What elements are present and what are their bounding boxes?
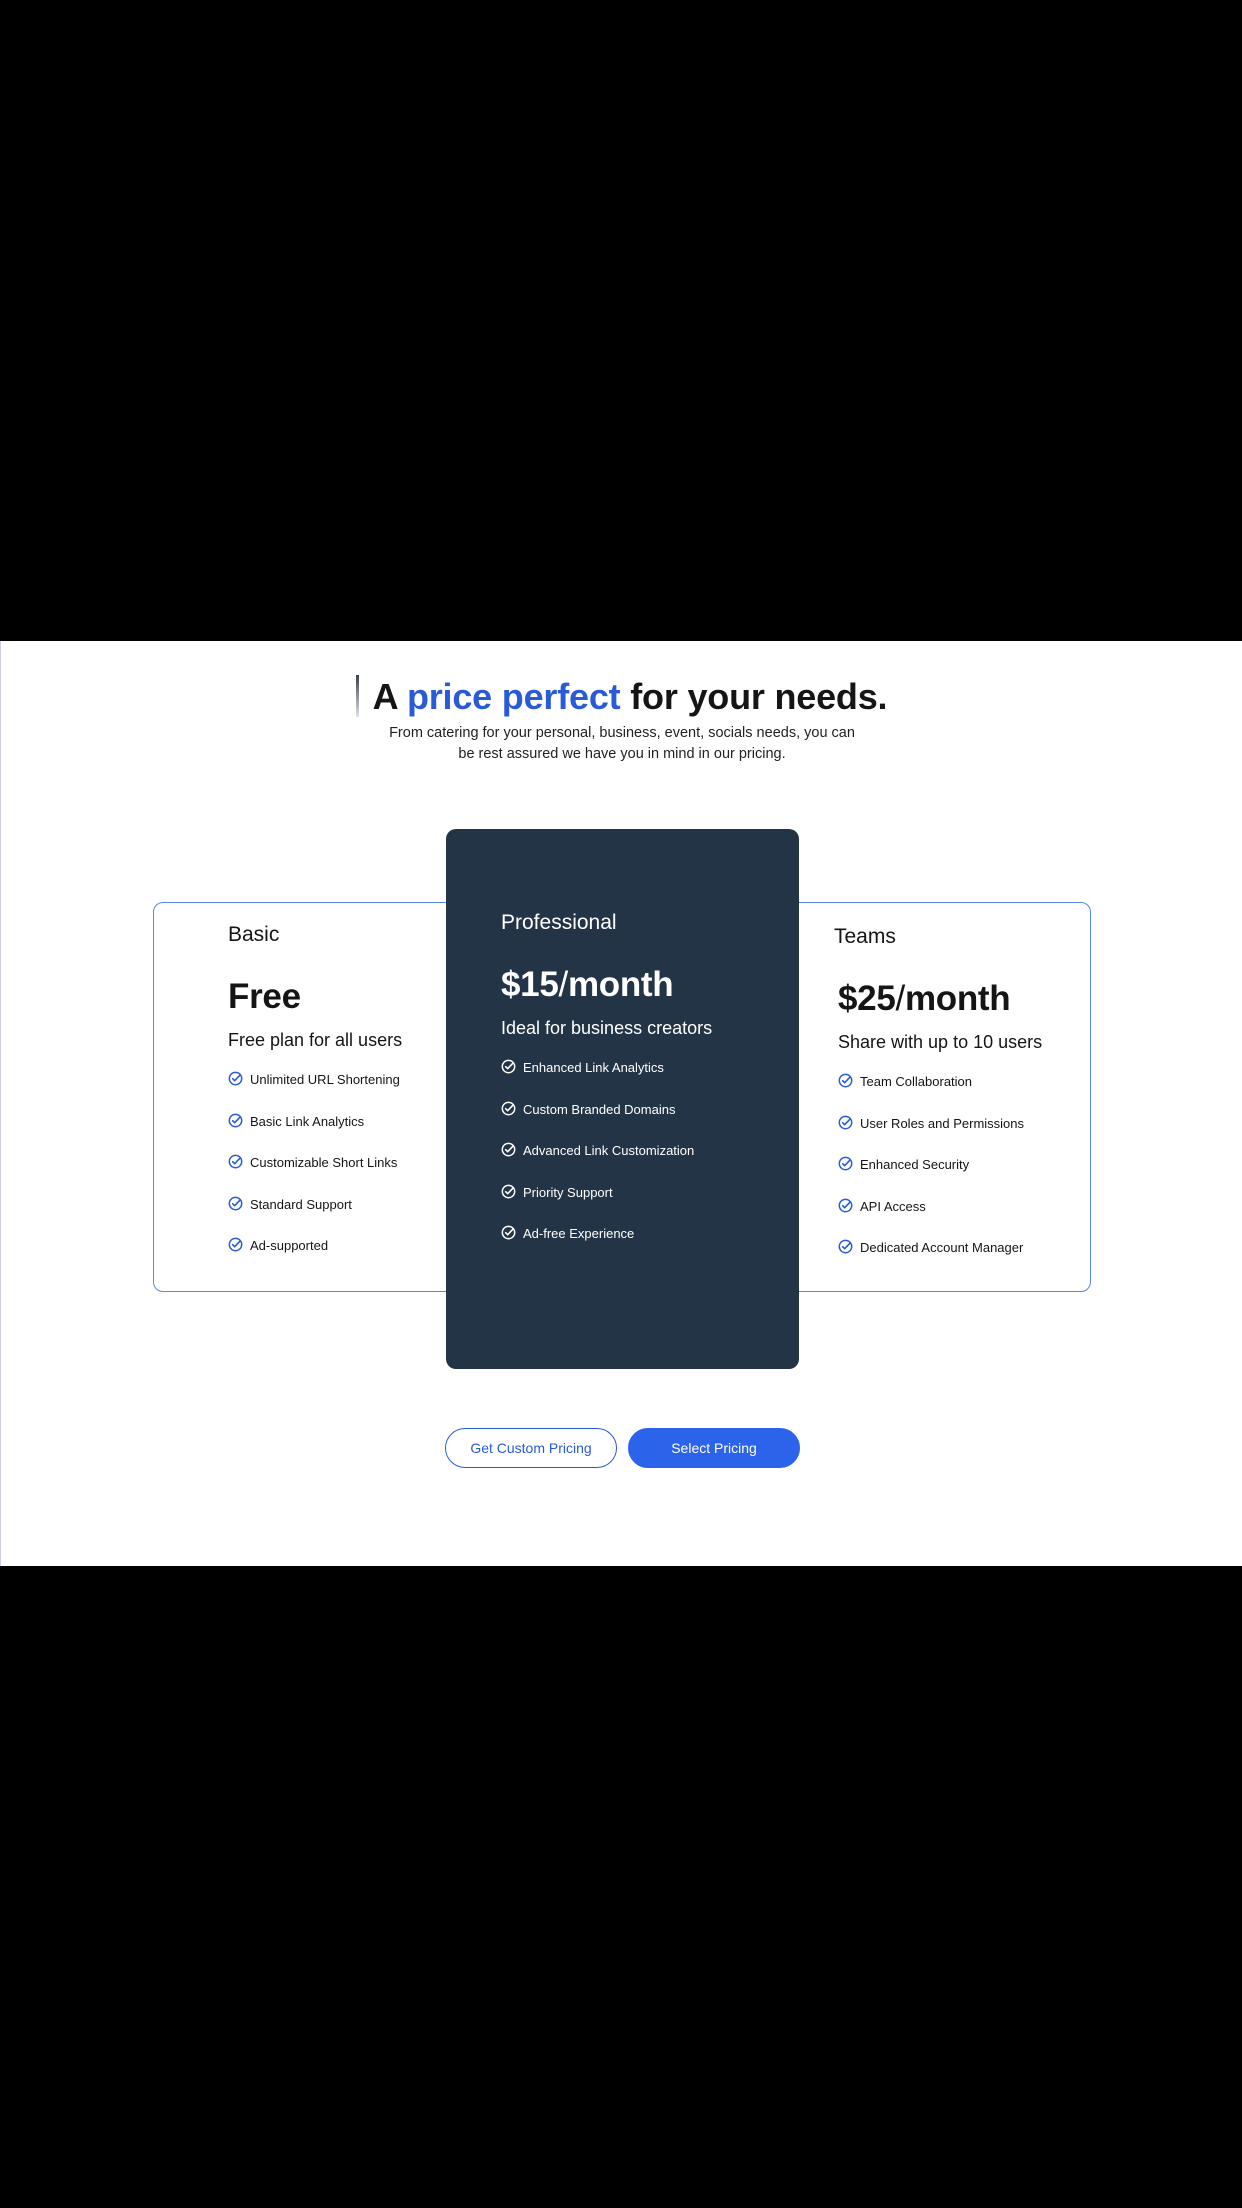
feature-item: API Access (838, 1198, 1024, 1241)
feature-item: Unlimited URL Shortening (228, 1071, 400, 1114)
feature-item: Priority Support (501, 1184, 694, 1227)
check-circle-icon (838, 1198, 853, 1212)
check-circle-icon (501, 1225, 516, 1240)
plan-description: Free plan for all users (228, 1030, 403, 1050)
title-accent-text: price perfect (406, 676, 621, 717)
feature-item: Enhanced Link Analytics (501, 1059, 694, 1102)
plan-name: Teams (834, 925, 896, 948)
feature-item: Dedicated Account Manager (838, 1239, 1024, 1282)
check-circle-icon (501, 1059, 516, 1074)
check-circle-icon (228, 1154, 243, 1169)
check-circle-icon (228, 1071, 243, 1086)
feature-list: Team Collaboration User Roles and Permis… (838, 1073, 1024, 1282)
check-circle-icon (838, 1115, 853, 1129)
plan-description: Ideal for business creators (501, 1018, 713, 1038)
check-circle-icon (228, 1196, 243, 1210)
check-circle-icon (838, 1073, 853, 1088)
feature-list: Unlimited URL Shortening Basic Link Anal… (228, 1071, 400, 1280)
feature-item: Enhanced Security (838, 1156, 1024, 1199)
title-prefix: A (372, 676, 398, 717)
check-circle-icon (838, 1156, 853, 1171)
feature-item: Ad-free Experience (501, 1225, 694, 1268)
plan-description: Share with up to 10 users (838, 1032, 1043, 1052)
plan-price: $25/month (838, 979, 1011, 1018)
feature-list: Enhanced Link Analytics Custom Branded D… (501, 1059, 694, 1268)
feature-item: Ad-supported (228, 1237, 400, 1280)
page-title: A price perfect for your needs. (1, 675, 1242, 718)
select-pricing-button[interactable]: Select Pricing (628, 1428, 800, 1468)
check-circle-icon (838, 1239, 853, 1254)
feature-item: Custom Branded Domains (501, 1101, 694, 1144)
plan-name: Basic (228, 923, 280, 946)
check-circle-icon (228, 1113, 243, 1127)
check-circle-icon (501, 1142, 516, 1157)
title-suffix: for your needs. (630, 676, 888, 717)
feature-item: Team Collaboration (838, 1073, 1024, 1116)
check-circle-icon (501, 1184, 516, 1198)
page-subtitle: From catering for your personal, busines… (389, 725, 855, 762)
plan-price: $15/month (501, 965, 674, 1004)
feature-item: User Roles and Permissions (838, 1115, 1024, 1158)
check-circle-icon (228, 1237, 243, 1252)
get-custom-pricing-button[interactable]: Get Custom Pricing (445, 1428, 617, 1468)
plan-name: Professional (501, 911, 617, 934)
plan-card-professional: Professional $15/month Ideal for busines… (446, 829, 799, 1369)
title-accent-bar (355, 675, 359, 717)
check-circle-icon (501, 1101, 516, 1115)
plan-price: Free (228, 977, 301, 1016)
feature-item: Standard Support (228, 1196, 400, 1239)
feature-item: Advanced Link Customization (501, 1142, 694, 1185)
feature-item: Customizable Short Links (228, 1154, 400, 1197)
feature-item: Basic Link Analytics (228, 1113, 400, 1156)
pricing-section: A price perfect for your needs. From cat… (0, 641, 1242, 1566)
